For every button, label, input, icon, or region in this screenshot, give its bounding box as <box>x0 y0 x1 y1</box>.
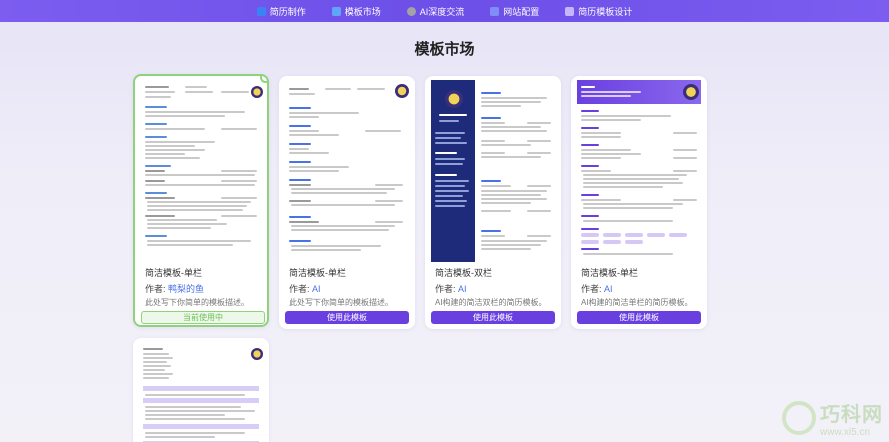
template-preview[interactable] <box>431 80 555 262</box>
use-template-button[interactable]: 使用此模板 <box>285 311 409 324</box>
template-preview[interactable] <box>139 342 263 442</box>
selected-check-icon <box>260 76 267 83</box>
use-template-button[interactable]: 使用此模板 <box>577 311 701 324</box>
card-description: 此处写下你简单的模板描述。 <box>145 298 249 307</box>
author-name: AI <box>458 284 467 294</box>
nav-item-template-market[interactable]: 模板市场 <box>331 5 381 18</box>
template-card-2[interactable]: 简洁模板-单栏 作者: AI 此处写下你简单的模板描述。 使用此模板 <box>279 76 415 329</box>
settings-icon <box>490 6 500 16</box>
template-icon <box>331 6 341 16</box>
nav-item-label: AI深度交流 <box>419 6 465 17</box>
nav-item-ai-chat[interactable]: AI深度交流 <box>406 5 465 18</box>
nav-item-label: 网站配置 <box>503 6 540 17</box>
watermark: 巧科网 www.xl5.cn <box>782 398 883 438</box>
template-preview[interactable] <box>141 80 265 262</box>
use-template-button[interactable]: 使用此模板 <box>431 311 555 324</box>
brand-logo-icon <box>782 401 816 435</box>
card-title: 简洁模板-单栏 <box>145 268 202 278</box>
nav-item-template-design[interactable]: 简历模板设计 <box>565 5 632 18</box>
card-author: 作者: AI <box>435 284 467 294</box>
card-author: 作者: AI <box>289 284 321 294</box>
nav-item-label: 简历模板设计 <box>578 6 633 17</box>
template-card-4[interactable]: 简洁模板-单栏 作者: AI AI构建的简洁单栏的简历模板。 使用此模板 <box>571 76 707 329</box>
nav-item-resume-make[interactable]: 简历制作 <box>256 5 306 18</box>
author-name: AI <box>604 284 613 294</box>
template-preview[interactable] <box>577 80 701 262</box>
template-card-5[interactable] <box>133 338 269 442</box>
nav-item-site-config[interactable]: 网站配置 <box>490 5 539 18</box>
watermark-brand: 巧科网 <box>820 404 883 426</box>
card-description: AI构建的简洁双栏的简历模板。 <box>435 298 547 307</box>
watermark-url: www.xl5.cn <box>820 427 871 438</box>
author-name: 鸭梨的鱼 <box>168 284 205 294</box>
card-title: 简洁模板-单栏 <box>581 268 638 278</box>
top-nav: 简历制作 模板市场 AI深度交流 网站配置 简历模板设计 <box>0 0 889 22</box>
template-card-3[interactable]: 简洁模板-双栏 作者: AI AI构建的简洁双栏的简历模板。 使用此模板 <box>425 76 561 329</box>
robot-icon <box>406 6 416 16</box>
template-preview[interactable] <box>285 80 409 262</box>
template-card-1[interactable]: 简洁模板-单栏 作者: 鸭梨的鱼 此处写下你简单的模板描述。 当前使用中 <box>133 74 269 327</box>
card-description: 此处写下你简单的模板描述。 <box>289 298 393 307</box>
author-name: AI <box>312 284 321 294</box>
card-title: 简洁模板-双栏 <box>435 268 492 278</box>
nav-item-label: 简历制作 <box>269 6 306 17</box>
page-title: 模板市场 <box>414 41 475 58</box>
edit-icon <box>256 6 266 16</box>
card-description: AI构建的简洁单栏的简历模板。 <box>581 298 693 307</box>
card-title: 简洁模板-单栏 <box>289 268 346 278</box>
current-template-button[interactable]: 当前使用中 <box>141 311 265 324</box>
design-icon <box>565 6 575 16</box>
card-author: 作者: 鸭梨的鱼 <box>145 284 205 294</box>
card-author: 作者: AI <box>581 284 613 294</box>
nav-item-label: 模板市场 <box>344 6 381 17</box>
